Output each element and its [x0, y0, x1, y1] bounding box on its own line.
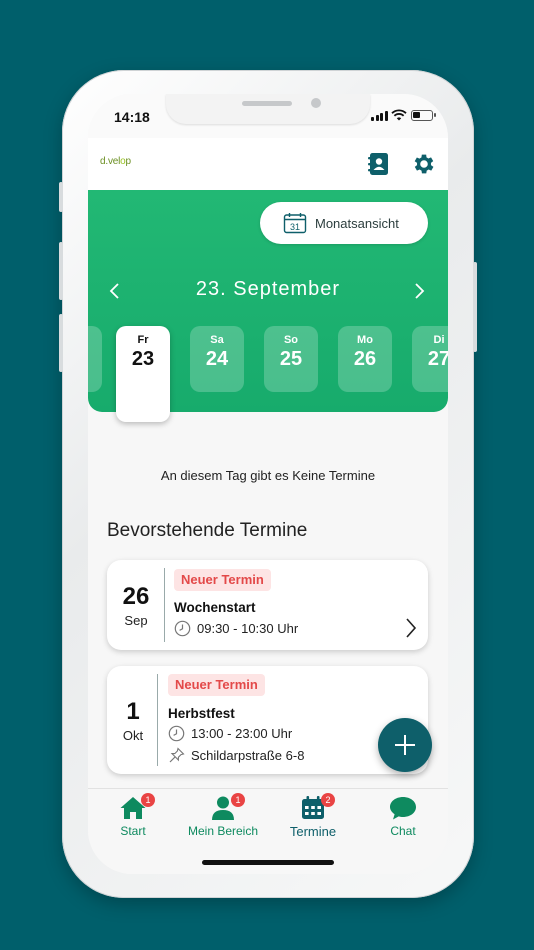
plus-icon: [395, 735, 415, 755]
front-camera: [311, 98, 321, 108]
day-name: Di: [433, 334, 445, 346]
no-events-message: An diesem Tag gibt es Keine Termine: [160, 468, 376, 483]
day-name: So: [283, 334, 299, 346]
selected-date-title: 23. September: [195, 278, 341, 300]
day-name: Fr: [137, 334, 149, 346]
tab-label: Chat: [390, 824, 416, 838]
event-title: Herbstfest: [168, 706, 235, 721]
new-event-badge: Neuer Termin: [174, 569, 271, 591]
event-title: Wochenstart: [174, 600, 256, 615]
day-number: 25: [279, 348, 303, 370]
svg-text:31: 31: [290, 222, 300, 232]
calendar-icon: 31: [283, 213, 307, 234]
clock-icon: [174, 620, 191, 637]
day-number: 23: [131, 348, 155, 370]
event-location: Schildarpstraße 6-8: [168, 747, 304, 764]
volume-down-button: [59, 314, 63, 372]
tab-termine[interactable]: 2 Termine: [268, 793, 358, 839]
day-card[interactable]: Sa 24: [190, 326, 244, 392]
speaker-grille: [242, 101, 292, 106]
month-view-button[interactable]: 31 Monatsansicht: [260, 202, 428, 244]
event-month: Sep: [124, 613, 148, 628]
wifi-icon: [391, 109, 407, 121]
notch: [166, 94, 370, 124]
day-card-previous[interactable]: [88, 326, 102, 392]
day-card[interactable]: Mo 26: [338, 326, 392, 392]
event-card[interactable]: 1 Okt Neuer Termin Herbstfest 13:00 - 23…: [107, 666, 428, 774]
event-day: 1: [126, 698, 140, 725]
tab-label: Termine: [289, 824, 337, 839]
day-number: 24: [205, 348, 229, 370]
volume-up-button: [59, 242, 63, 300]
battery-icon: [411, 110, 436, 121]
mute-switch: [59, 182, 63, 212]
power-button: [473, 262, 477, 352]
day-name: Mo: [357, 334, 373, 346]
calendar-panel: 31 Monatsansicht 23. September Fr 23 Sa …: [88, 190, 448, 422]
event-divider: [164, 568, 165, 642]
event-month: Okt: [122, 728, 144, 743]
chevron-right-icon[interactable]: [404, 617, 418, 639]
event-divider: [157, 674, 158, 766]
notification-badge: 2: [321, 793, 335, 807]
tab-chat[interactable]: Chat: [358, 795, 448, 838]
status-time: 14:18: [114, 109, 150, 125]
upcoming-section-title: Bevorstehende Termine: [107, 520, 308, 541]
chat-bubble-icon: [390, 797, 416, 820]
chevron-right-icon[interactable]: [410, 282, 428, 300]
day-card[interactable]: So 25: [264, 326, 318, 392]
month-view-label: Monatsansicht: [315, 215, 399, 231]
pin-icon: [169, 747, 185, 763]
event-time: 09:30 - 10:30 Uhr: [174, 620, 298, 637]
day-number: 26: [353, 348, 377, 370]
day-card-selected[interactable]: Fr 23: [116, 326, 170, 422]
add-event-button[interactable]: [378, 718, 432, 772]
phone-frame: 14:18 d.velop 31 Monatsansicht 23. Septe…: [59, 70, 477, 898]
contacts-icon[interactable]: [366, 151, 392, 177]
event-location-text: Schildarpstraße 6-8: [191, 748, 305, 763]
tab-label: Mein Bereich: [187, 824, 259, 838]
tab-start[interactable]: 1 Start: [88, 793, 178, 838]
signal-icon: [371, 111, 388, 121]
app-header: d.velop: [88, 138, 448, 190]
day-card[interactable]: Di 27: [412, 326, 448, 392]
phone-screen: 14:18 d.velop 31 Monatsansicht 23. Septe…: [88, 94, 448, 874]
day-number: 27: [427, 348, 448, 370]
event-time-text: 13:00 - 23:00 Uhr: [191, 726, 293, 741]
event-card[interactable]: 26 Sep Neuer Termin Wochenstart 09:30 - …: [107, 560, 428, 650]
event-date: 1 Okt: [107, 698, 159, 743]
event-time-text: 09:30 - 10:30 Uhr: [197, 621, 299, 636]
tab-mein-bereich[interactable]: 1 Mein Bereich: [178, 793, 268, 838]
home-indicator: [202, 860, 334, 865]
event-time: 13:00 - 23:00 Uhr: [168, 725, 292, 742]
chevron-left-icon[interactable]: [106, 282, 124, 300]
day-name: Sa: [210, 334, 224, 346]
event-day: 26: [122, 583, 150, 610]
dvelop-logo[interactable]: d.velop: [100, 156, 131, 167]
tab-label: Start: [120, 824, 146, 838]
gear-icon[interactable]: [411, 151, 437, 177]
notification-badge: 1: [141, 793, 155, 807]
notification-badge: 1: [231, 793, 245, 807]
event-date: 26 Sep: [107, 583, 165, 628]
new-event-badge: Neuer Termin: [168, 674, 265, 696]
clock-icon: [168, 725, 185, 742]
